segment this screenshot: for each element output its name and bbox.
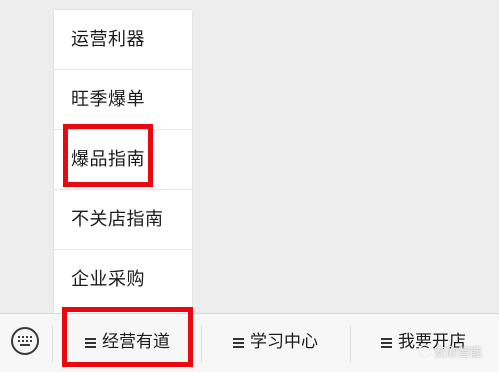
wechat-official-account-icon bbox=[418, 344, 432, 358]
keyboard-icon bbox=[11, 327, 39, 355]
submenu-item-label: 企业采购 bbox=[71, 269, 145, 290]
submenu-item-operation-tools[interactable]: 运营利器 bbox=[54, 10, 192, 70]
highlight-box-hot-product-guide bbox=[63, 124, 153, 187]
submenu-item-enterprise-purchase[interactable]: 企业采购 bbox=[54, 250, 192, 313]
chat-screen: 运营利器 旺季爆单 爆品指南 不关店指南 企业采购 经营有道 学习中心 我要开店… bbox=[0, 0, 499, 372]
submenu-item-peak-season-orders[interactable]: 旺季爆单 bbox=[54, 70, 192, 130]
submenu-item-label: 旺季爆单 bbox=[71, 89, 145, 110]
submenu-item-no-closing-guide[interactable]: 不关店指南 bbox=[54, 190, 192, 250]
menu-lines-icon bbox=[233, 338, 244, 348]
keyboard-toggle-button[interactable] bbox=[0, 314, 52, 372]
menu-button-label: 学习中心 bbox=[250, 332, 318, 352]
menu-lines-icon bbox=[381, 338, 392, 348]
highlight-box-business-tips bbox=[62, 307, 193, 367]
submenu-item-label: 运营利器 bbox=[71, 29, 145, 50]
menu-button-learning-center[interactable]: 学习中心 bbox=[202, 314, 350, 372]
submenu-item-label: 不关店指南 bbox=[71, 209, 164, 230]
watermark-text: 安欣智能 bbox=[434, 345, 483, 359]
